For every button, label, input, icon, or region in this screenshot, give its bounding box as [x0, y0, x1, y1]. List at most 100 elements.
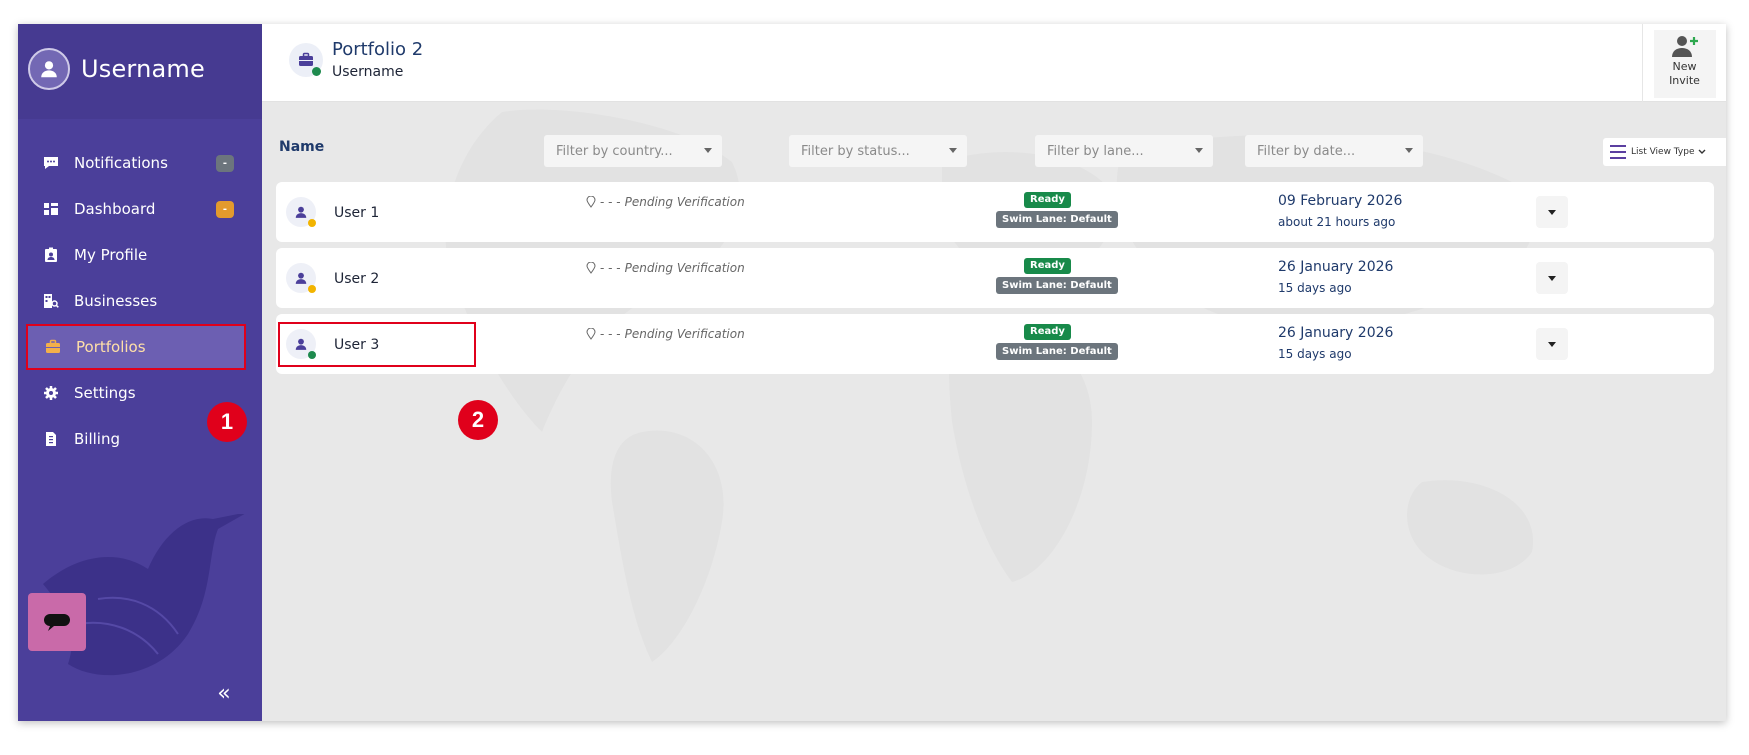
dashboard-badge: - [216, 201, 234, 218]
caret-down-icon [1548, 275, 1556, 281]
user-name[interactable]: User 1 [334, 205, 379, 221]
list-view-type-dropdown[interactable]: List View Type [1603, 138, 1726, 166]
swim-lane-badge: Swim Lane: Default [996, 277, 1118, 294]
name-column-header: Name [279, 139, 325, 155]
sidebar-item-notifications[interactable]: Notifications - [26, 140, 246, 186]
user-icon [295, 338, 307, 350]
filter-date-placeholder: Filter by date... [1257, 143, 1356, 159]
page-subtitle: Username [332, 64, 404, 80]
sidebar-item-portfolios[interactable]: Portfolios [26, 324, 246, 370]
table-row[interactable]: User 2 - - - Pending Verification Ready … [276, 248, 1714, 308]
chevron-down-icon [1698, 149, 1706, 154]
id-badge-icon [42, 246, 60, 264]
sidebar-username: Username [81, 55, 205, 83]
filter-date-select[interactable]: Filter by date... [1245, 135, 1423, 167]
briefcase-icon [44, 338, 62, 356]
row-relative-time: 15 days ago [1278, 281, 1352, 295]
caret-down-icon [949, 148, 957, 153]
sidebar-item-businesses[interactable]: Businesses [26, 278, 246, 324]
user-icon [295, 272, 307, 284]
row-actions-button[interactable] [1536, 328, 1568, 360]
user-avatar[interactable] [28, 48, 70, 90]
user-icon [295, 206, 307, 218]
table-row[interactable]: User 3 - - - Pending Verification Ready … [276, 314, 1714, 374]
notifications-badge: - [216, 155, 234, 172]
chat-bubble-icon [44, 614, 70, 631]
swim-lane-badge: Swim Lane: Default [996, 343, 1118, 360]
table-row[interactable]: User 1 - - - Pending Verification Ready … [276, 182, 1714, 242]
map-pin-icon [586, 196, 596, 208]
step-marker-1: 1 [207, 402, 247, 442]
filter-status-select[interactable]: Filter by status... [789, 135, 967, 167]
location-dashes: - - - [600, 327, 621, 341]
chat-button[interactable] [28, 593, 86, 651]
status-badge: Ready [1024, 258, 1071, 274]
status-dot [308, 351, 316, 359]
caret-down-icon [704, 148, 712, 153]
briefcase-icon [299, 52, 313, 66]
page-title: Portfolio 2 [332, 39, 424, 60]
sidebar-item-dashboard[interactable]: Dashboard - [26, 186, 246, 232]
filter-country-placeholder: Filter by country... [556, 143, 673, 159]
location-text: Pending Verification [624, 327, 745, 341]
add-user-icon [1671, 36, 1698, 57]
sidebar-item-label: Billing [74, 430, 120, 448]
row-date: 09 February 2026 [1278, 193, 1403, 209]
new-invite-container: New Invite [1642, 24, 1726, 102]
list-view-type-label: List View Type [1631, 147, 1695, 157]
list-lines-icon [1610, 145, 1626, 159]
location-dashes: - - - [600, 195, 621, 209]
filter-status-placeholder: Filter by status... [801, 143, 910, 159]
new-invite-button[interactable]: New Invite [1653, 30, 1716, 98]
caret-down-icon [1548, 209, 1556, 215]
sidebar-item-label: Businesses [74, 292, 158, 310]
step-marker-2: 2 [458, 400, 498, 440]
status-badge: Ready [1024, 324, 1071, 340]
new-invite-label-line2: Invite [1669, 74, 1700, 87]
status-dot [308, 285, 316, 293]
user-name[interactable]: User 3 [334, 337, 379, 353]
map-pin-icon [586, 328, 596, 340]
caret-down-icon [1405, 148, 1413, 153]
user-icon [41, 61, 57, 78]
row-date: 26 January 2026 [1278, 325, 1394, 341]
sidebar-item-label: My Profile [74, 246, 148, 264]
portfolio-status-dot [312, 67, 321, 76]
sidebar-header: Username [18, 24, 262, 119]
building-search-icon [42, 292, 60, 310]
row-date: 26 January 2026 [1278, 259, 1394, 275]
row-actions-button[interactable] [1536, 262, 1568, 294]
gear-icon [42, 384, 60, 402]
row-actions-button[interactable] [1536, 196, 1568, 228]
sidebar-item-label: Settings [74, 384, 136, 402]
caret-down-icon [1195, 148, 1203, 153]
sidebar-item-label: Dashboard [74, 200, 156, 218]
filter-lane-select[interactable]: Filter by lane... [1035, 135, 1213, 167]
location-info: - - - Pending Verification [586, 195, 745, 209]
comment-dots-icon [42, 154, 60, 172]
row-relative-time: 15 days ago [1278, 347, 1352, 361]
collapse-sidebar-icon[interactable]: « [214, 683, 234, 705]
sidebar-item-label: Portfolios [76, 338, 146, 356]
location-text: Pending Verification [624, 261, 745, 275]
invoice-icon [42, 430, 60, 448]
dashboard-icon [42, 200, 60, 218]
swim-lane-badge: Swim Lane: Default [996, 211, 1118, 228]
location-text: Pending Verification [624, 195, 745, 209]
status-badge: Ready [1024, 192, 1071, 208]
user-name[interactable]: User 2 [334, 271, 379, 287]
map-pin-icon [586, 262, 596, 274]
row-relative-time: about 21 hours ago [1278, 215, 1396, 229]
filter-country-select[interactable]: Filter by country... [544, 135, 722, 167]
filter-lane-placeholder: Filter by lane... [1047, 143, 1144, 159]
app-window: Username Notifications - Dashboard - My … [18, 24, 1726, 721]
new-invite-label-line1: New [1672, 60, 1697, 73]
location-dashes: - - - [600, 261, 621, 275]
portfolio-header: Portfolio 2 Username New Invite [262, 24, 1726, 102]
new-invite-label: New Invite [1669, 60, 1700, 88]
sidebar-item-my-profile[interactable]: My Profile [26, 232, 246, 278]
sidebar-item-label: Notifications [74, 154, 168, 172]
location-info: - - - Pending Verification [586, 261, 745, 275]
sidebar: Username Notifications - Dashboard - My … [18, 24, 262, 721]
location-info: - - - Pending Verification [586, 327, 745, 341]
